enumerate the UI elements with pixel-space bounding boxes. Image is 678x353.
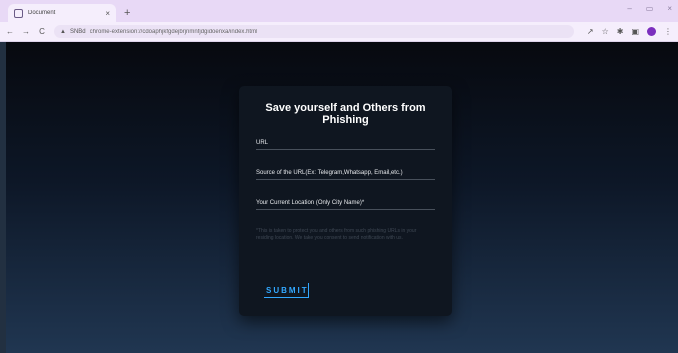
restore-icon[interactable]: ▭ [646, 4, 654, 13]
bookmark-star-icon[interactable]: ☆ [602, 27, 609, 36]
address-chip: SNBd [69, 28, 86, 35]
tab-title: Document [28, 10, 56, 16]
browser-tab-bar: Document × + ‒ ▭ × [0, 0, 678, 22]
address-bar[interactable]: ▲ SNBd chrome-extension://cdoaphjkfgdejb… [54, 25, 574, 38]
source-field-label: Source of the URL(Ex: Telegram,Whatsapp,… [256, 170, 403, 176]
reload-icon[interactable]: C [38, 27, 46, 36]
forward-icon[interactable]: → [22, 27, 30, 36]
submit-button[interactable]: SUBMIT [264, 283, 309, 298]
profile-avatar-icon[interactable] [647, 27, 656, 36]
url-field-label: URL [256, 140, 269, 146]
window-close-icon[interactable]: × [667, 4, 672, 13]
phishing-report-card: Save yourself and Others from Phishing U… [239, 86, 452, 316]
consent-notice: *This is taken to protect you and others… [256, 228, 417, 241]
location-field[interactable]: Your Current Location (Only City Name)* [256, 198, 435, 210]
share-icon[interactable]: ↗ [587, 27, 594, 36]
tab-close-icon[interactable]: × [105, 9, 110, 18]
kebab-menu-icon[interactable]: ⋮ [664, 27, 672, 36]
window-controls: ‒ ▭ × [627, 4, 672, 13]
extensions-icon[interactable]: ✱ [617, 27, 624, 36]
toolbar-actions: ↗ ☆ ✱ ▣ ⋮ [587, 27, 672, 36]
address-url[interactable]: chrome-extension://cdoaphjkfgdejbrjnmnfj… [90, 29, 258, 35]
document-favicon-icon [14, 8, 23, 18]
browser-toolbar: ← → C ▲ SNBd chrome-extension://cdoaphjk… [0, 22, 678, 42]
minimize-icon[interactable]: ‒ [627, 4, 631, 13]
browser-tab[interactable]: Document × [8, 4, 116, 22]
extension-puzzle-icon: ▲ [60, 28, 66, 35]
new-tab-icon[interactable]: + [124, 7, 130, 19]
source-field[interactable]: Source of the URL(Ex: Telegram,Whatsapp,… [256, 168, 435, 180]
location-field-label: Your Current Location (Only City Name)* [256, 200, 365, 206]
back-icon[interactable]: ← [6, 27, 14, 36]
url-field[interactable]: URL [256, 138, 435, 150]
page-background: Save yourself and Others from Phishing U… [0, 42, 678, 353]
form-title: Save yourself and Others from Phishing [265, 102, 426, 126]
side-panel-icon[interactable]: ▣ [631, 27, 639, 36]
